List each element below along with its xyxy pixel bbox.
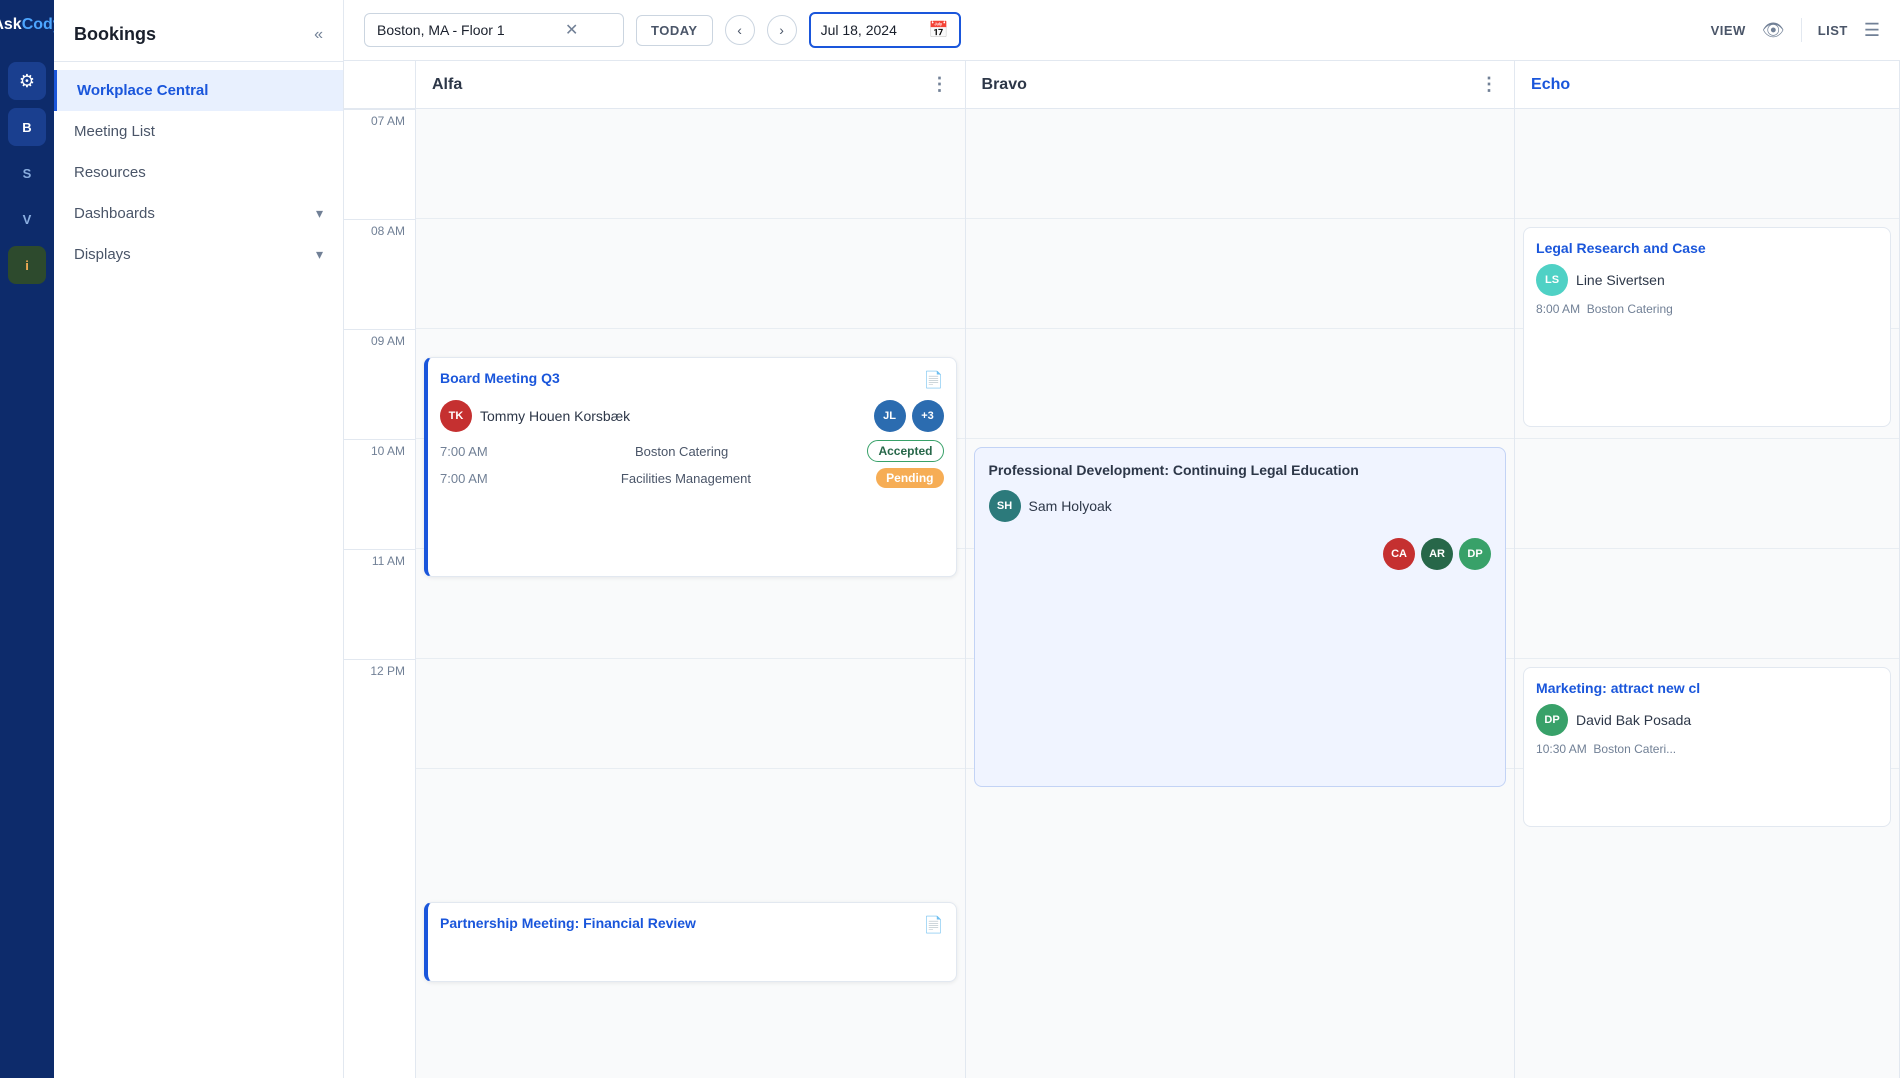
time-slot-08am: 08 AM bbox=[344, 219, 415, 329]
date-input[interactable] bbox=[821, 22, 921, 38]
echo-legal-catering: 8:00 AM Boston Catering bbox=[1536, 302, 1878, 316]
rooms-area: Alfa ⋮ Board Meeting Q3 📄 bbox=[416, 61, 1900, 1078]
room-header-bravo: Bravo ⋮ bbox=[966, 61, 1515, 109]
catering-row-1: 7:00 AM Boston Catering Accepted bbox=[440, 440, 944, 462]
catering-status-accepted: Accepted bbox=[867, 440, 943, 462]
today-button[interactable]: TODAY bbox=[636, 15, 713, 46]
alfa-more-button[interactable]: ⋮ bbox=[931, 74, 949, 95]
clear-location-button[interactable]: ✕ bbox=[565, 20, 578, 40]
event-professional-development[interactable]: Professional Development: Continuing Leg… bbox=[974, 447, 1507, 787]
list-icon[interactable]: ☰ bbox=[1864, 20, 1880, 41]
info-icon[interactable]: i bbox=[8, 246, 46, 284]
calendar-icon[interactable]: 📅 bbox=[929, 20, 949, 40]
avatar-dp: DP bbox=[1459, 538, 1491, 570]
time-slot-11am: 11 AM bbox=[344, 549, 415, 659]
time-slot-12pm: 12 PM bbox=[344, 659, 415, 769]
echo-marketing-catering: 10:30 AM Boston Cateri... bbox=[1536, 742, 1878, 756]
avatar-count: +3 bbox=[912, 400, 944, 432]
event-legal-research[interactable]: Legal Research and Case LS Line Sivertse… bbox=[1523, 227, 1891, 427]
view-label: VIEW bbox=[1711, 23, 1746, 38]
nav-sidebar: Bookings « Workplace Central Meeting Lis… bbox=[54, 0, 344, 1078]
chevron-down-icon: ▾ bbox=[316, 246, 323, 263]
bravo-host-name: Sam Holyoak bbox=[1029, 498, 1112, 514]
catering-time-2: 7:00 AM bbox=[440, 471, 488, 486]
schedule-icon[interactable]: S bbox=[8, 154, 46, 192]
avatar-ar: AR bbox=[1421, 538, 1453, 570]
sidebar-item-displays[interactable]: Displays ▾ bbox=[54, 234, 343, 275]
event-board-meeting-q3[interactable]: Board Meeting Q3 📄 TK Tommy Houen Korsbæ… bbox=[424, 357, 957, 577]
event-title-legal: Legal Research and Case bbox=[1536, 240, 1878, 256]
view-icon[interactable]: 👁 bbox=[1762, 20, 1785, 41]
time-slots: 07 AM 08 AM 09 AM 10 AM 11 AM 12 PM bbox=[344, 109, 415, 769]
icon-sidebar: AskCody ⚙ B S V i bbox=[0, 0, 54, 1078]
catering-status-pending: Pending bbox=[876, 468, 943, 488]
avatar-tk: TK bbox=[440, 400, 472, 432]
event-partnership-meeting[interactable]: Partnership Meeting: Financial Review 📄 bbox=[424, 902, 957, 982]
sidebar-item-workplace-central[interactable]: Workplace Central bbox=[54, 70, 343, 111]
bravo-extra-avatars: CA AR DP bbox=[989, 538, 1492, 570]
sidebar-item-resources[interactable]: Resources bbox=[54, 152, 343, 193]
alfa-room-body: Board Meeting Q3 📄 TK Tommy Houen Korsbæ… bbox=[416, 109, 965, 1078]
echo-attendee-row-legal: LS Line Sivertsen bbox=[1536, 264, 1878, 296]
calendar-area: 07 AM 08 AM 09 AM 10 AM 11 AM 12 PM Alfa… bbox=[344, 61, 1900, 1078]
room-header-echo: Echo bbox=[1515, 61, 1899, 109]
document-icon-2: 📄 bbox=[924, 915, 944, 935]
toolbar: ✕ TODAY ‹ › 📅 VIEW 👁 LIST ☰ bbox=[344, 0, 1900, 61]
echo-legal-attendee-name: Line Sivertsen bbox=[1576, 272, 1665, 288]
event-marketing[interactable]: Marketing: attract new cl DP David Bak P… bbox=[1523, 667, 1891, 827]
bravo-more-button[interactable]: ⋮ bbox=[1480, 74, 1498, 95]
attendee-row-board: TK Tommy Houen Korsbæk JL +3 bbox=[440, 400, 944, 432]
toolbar-separator bbox=[1801, 18, 1802, 42]
avatar-jl: JL bbox=[874, 400, 906, 432]
version-icon[interactable]: V bbox=[8, 200, 46, 238]
avatar-ls: LS bbox=[1536, 264, 1568, 296]
catering-name-2: Facilities Management bbox=[621, 471, 751, 486]
nav-collapse-button[interactable]: « bbox=[314, 26, 323, 44]
room-column-alfa: Alfa ⋮ Board Meeting Q3 📄 bbox=[416, 61, 966, 1078]
event-title-board-meeting: Board Meeting Q3 📄 bbox=[440, 370, 944, 390]
time-slot-10am: 10 AM bbox=[344, 439, 415, 549]
catering-time-1: 7:00 AM bbox=[440, 444, 488, 459]
sidebar-item-meeting-list[interactable]: Meeting List bbox=[54, 111, 343, 152]
main-content: ✕ TODAY ‹ › 📅 VIEW 👁 LIST ☰ 07 AM 08 AM … bbox=[344, 0, 1900, 1078]
time-slot-09am: 09 AM bbox=[344, 329, 415, 439]
bravo-attendees: SH Sam Holyoak bbox=[989, 490, 1492, 522]
location-input[interactable] bbox=[377, 22, 557, 38]
echo-marketing-attendee-name: David Bak Posada bbox=[1576, 712, 1691, 728]
event-title-partnership: Partnership Meeting: Financial Review 📄 bbox=[440, 915, 944, 935]
attendee-extras: JL +3 bbox=[874, 400, 944, 432]
chevron-down-icon: ▾ bbox=[316, 205, 323, 222]
logo-ask: Ask bbox=[0, 16, 22, 33]
host-name-board: Tommy Houen Korsbæk bbox=[480, 408, 630, 424]
event-title-professional: Professional Development: Continuing Leg… bbox=[989, 462, 1492, 478]
avatar-dp2: DP bbox=[1536, 704, 1568, 736]
room-column-bravo: Bravo ⋮ Professional Development: Contin… bbox=[966, 61, 1516, 1078]
echo-attendee-row-marketing: DP David Bak Posada bbox=[1536, 704, 1878, 736]
toolbar-right: VIEW 👁 LIST ☰ bbox=[1711, 18, 1880, 42]
catering-name-1: Boston Catering bbox=[635, 444, 728, 459]
echo-room-body: Legal Research and Case LS Line Sivertse… bbox=[1515, 109, 1899, 1078]
avatar-ca: CA bbox=[1383, 538, 1415, 570]
avatar-sh: SH bbox=[989, 490, 1021, 522]
time-column: 07 AM 08 AM 09 AM 10 AM 11 AM 12 PM bbox=[344, 61, 416, 1078]
bookings-icon[interactable]: B bbox=[8, 108, 46, 146]
nav-title: Bookings bbox=[74, 24, 156, 45]
event-title-marketing: Marketing: attract new cl bbox=[1536, 680, 1878, 696]
bravo-room-body: Professional Development: Continuing Leg… bbox=[966, 109, 1515, 1078]
document-icon: 📄 bbox=[924, 370, 944, 390]
date-input-wrap: 📅 bbox=[809, 12, 961, 48]
nav-items: Workplace Central Meeting List Resources… bbox=[54, 62, 343, 283]
nav-header: Bookings « bbox=[54, 0, 343, 62]
sidebar-item-dashboards[interactable]: Dashboards ▾ bbox=[54, 193, 343, 234]
room-header-alfa: Alfa ⋮ bbox=[416, 61, 965, 109]
catering-row-2: 7:00 AM Facilities Management Pending bbox=[440, 468, 944, 488]
time-slot-07am: 07 AM bbox=[344, 109, 415, 219]
next-date-button[interactable]: › bbox=[767, 15, 797, 45]
list-label: LIST bbox=[1818, 23, 1848, 38]
prev-date-button[interactable]: ‹ bbox=[725, 15, 755, 45]
room-column-echo: Echo Legal Research and Case LS Line Siv bbox=[1515, 61, 1900, 1078]
location-input-wrap: ✕ bbox=[364, 13, 624, 47]
gear-icon[interactable]: ⚙ bbox=[8, 62, 46, 100]
